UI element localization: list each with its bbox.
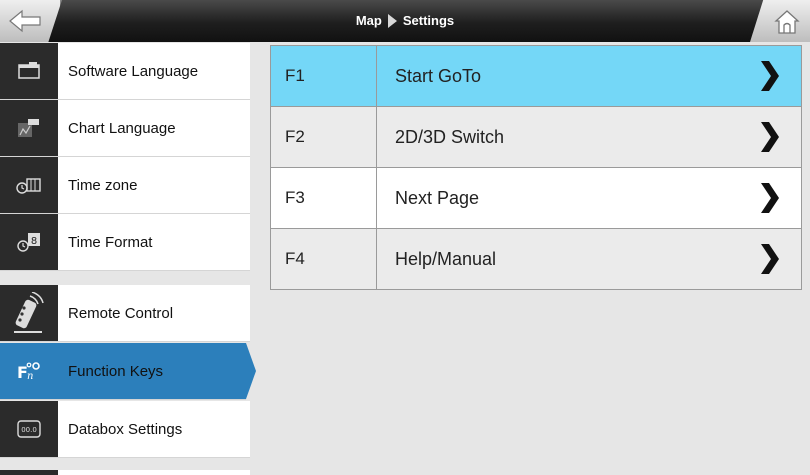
sidebar-item-label: Software Language [68,62,199,80]
svg-text:n: n [27,371,33,381]
sidebar-item-chart-language[interactable]: Chart Language [0,100,250,157]
function-key-action: Start GoTo [395,65,482,86]
settings-sidebar: Software Language Chart Language Time zo… [0,42,260,475]
time-zone-icon [16,178,41,194]
time-format-icon: 8 [17,233,40,252]
function-key-row-f3[interactable]: F3 Next Page [270,168,802,229]
breadcrumb: Map Settings [0,0,810,42]
breadcrumb-map[interactable]: Map [356,13,382,28]
function-key-action: Help/Manual [395,248,497,269]
sidebar-item-label: Remote Control [68,304,174,322]
function-key-table: F1 Start GoTo F2 2D/3D Switch F3 Next Pa… [270,45,802,290]
function-key-row-f2[interactable]: F2 2D/3D Switch [270,107,802,168]
sidebar-item-label: Time zone [68,176,138,194]
function-key-label: F4 [271,229,377,289]
svg-text:00.0: 00.0 [21,426,37,434]
sidebar-item-function-keys[interactable]: F n Function Keys [0,343,256,400]
software-language-icon [18,62,40,79]
breadcrumb-settings: Settings [402,13,455,28]
chevron-right-icon [761,61,779,91]
function-key-label: F2 [271,107,377,167]
function-key-row-f1[interactable]: F1 Start GoTo [270,45,802,107]
sidebar-item-time-format[interactable]: 8 Time Format [0,214,250,271]
function-keys-icon: F n [17,362,40,381]
sidebar-item-time-zone[interactable]: Time zone [0,157,250,214]
sidebar-item-label: Function Keys [68,362,164,380]
remote-control-icon [14,292,44,333]
svg-text:8: 8 [31,236,37,247]
home-icon [774,10,800,34]
sidebar-item-databox-settings[interactable]: 00.0 Databox Settings [0,401,250,458]
databox-icon: 00.0 [17,420,41,438]
chevron-right-icon [761,122,779,152]
active-pointer [246,343,256,399]
top-bar: Map Settings [0,0,810,42]
function-key-action: 2D/3D Switch [395,126,505,147]
breadcrumb-separator-icon [387,14,397,28]
function-key-action: Next Page [395,187,480,208]
sidebar-item-label: Databox Settings [68,420,183,438]
sidebar-item-remote-control[interactable]: Remote Control [0,285,250,342]
function-key-label: F3 [271,168,377,228]
sidebar-item-partial[interactable] [0,470,250,475]
chevron-right-icon [761,183,779,213]
sidebar-item-label: Time Format [68,233,153,251]
sidebar-item-label: Chart Language [68,119,176,137]
sidebar-item-software-language[interactable]: Software Language [0,43,250,100]
chevron-right-icon [761,244,779,274]
function-key-row-f4[interactable]: F4 Help/Manual [270,229,802,290]
function-key-label: F1 [271,46,377,106]
chart-language-icon [18,119,39,137]
